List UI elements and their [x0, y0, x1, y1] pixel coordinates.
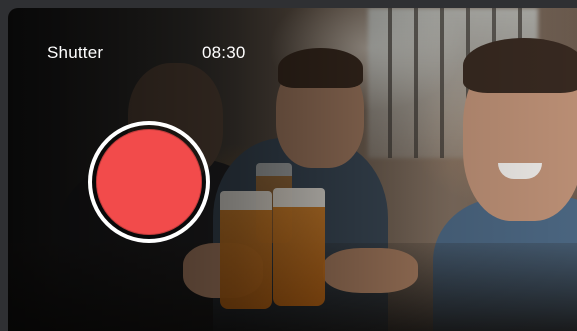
shutter-record-indicator	[96, 129, 202, 235]
shutter-button[interactable]	[88, 121, 210, 243]
mode-label: Shutter	[47, 43, 104, 62]
timer-readout: 08:30	[202, 43, 246, 62]
camera-viewfinder: Shutter 08:30	[8, 8, 577, 331]
